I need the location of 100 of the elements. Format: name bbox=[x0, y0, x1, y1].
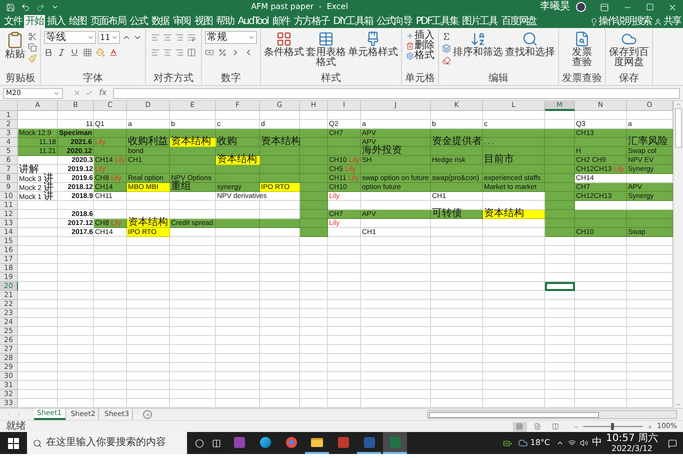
notification-icon[interactable] bbox=[668, 438, 677, 448]
wrap-text-icon[interactable] bbox=[187, 33, 196, 42]
dropdown-caret-icon[interactable] bbox=[53, 90, 60, 96]
sort-filter-button[interactable]: 排序和筛选 bbox=[453, 31, 503, 65]
ribbon-tab[interactable]: 绘图 bbox=[66, 15, 88, 28]
share-button[interactable]: 共享 bbox=[654, 15, 681, 28]
ribbon-tab[interactable]: 帮助 bbox=[214, 15, 236, 28]
windows-start-icon[interactable] bbox=[8, 438, 19, 448]
ribbon-tab[interactable]: PDF工具集 bbox=[414, 15, 460, 28]
number-format-field[interactable]: 常规 bbox=[205, 31, 257, 44]
align-top-icon[interactable] bbox=[151, 33, 160, 42]
copy-icon[interactable] bbox=[28, 43, 37, 52]
save-to-cloud-button[interactable]: 保存到百度网盘 bbox=[609, 31, 649, 68]
ribbon-display-icon[interactable] bbox=[600, 2, 609, 12]
dropdown-caret-icon[interactable] bbox=[111, 34, 118, 41]
invoice-check-button[interactable]: 发票查验 bbox=[572, 31, 592, 68]
normal-view-button[interactable] bbox=[512, 422, 527, 432]
table-icon[interactable] bbox=[318, 31, 334, 47]
percent-icon[interactable] bbox=[218, 48, 227, 57]
weather-icon[interactable] bbox=[518, 438, 528, 448]
document-search-icon[interactable] bbox=[574, 31, 590, 47]
grow-font-icon[interactable] bbox=[122, 33, 131, 42]
brush-icon[interactable] bbox=[365, 31, 381, 47]
search-icon[interactable] bbox=[33, 438, 42, 448]
battery-icon[interactable] bbox=[503, 438, 512, 448]
insert-function-button[interactable]: fx bbox=[97, 89, 109, 97]
dropdown-caret-icon[interactable] bbox=[248, 34, 255, 41]
columns-icon[interactable] bbox=[552, 423, 560, 430]
font-size-field[interactable]: 11 bbox=[98, 31, 120, 44]
insert-button[interactable]: 插入 bbox=[406, 31, 434, 41]
font-color-icon[interactable] bbox=[109, 48, 118, 57]
tell-me-search[interactable]: 操作说明搜索 bbox=[590, 15, 652, 28]
ribbon-tab[interactable]: AudTool bbox=[236, 15, 270, 28]
ribbon-tab[interactable]: 百度网盘 bbox=[499, 15, 539, 28]
tray-expand-icon[interactable] bbox=[556, 439, 564, 447]
undo-icon[interactable] bbox=[21, 2, 30, 12]
borders-icon[interactable] bbox=[83, 48, 92, 57]
ribbon-tab[interactable]: DIY工具箱 bbox=[331, 15, 375, 28]
align-center-icon[interactable] bbox=[163, 48, 172, 57]
delete-button[interactable]: 删除 bbox=[406, 41, 434, 51]
temperature[interactable]: 18°C bbox=[530, 439, 550, 447]
cloud-icon[interactable] bbox=[621, 31, 637, 47]
align-right-icon[interactable] bbox=[175, 48, 184, 57]
scrollbar-thumb[interactable] bbox=[675, 108, 682, 148]
zoom-in-icon[interactable] bbox=[646, 424, 653, 430]
cut-icon[interactable] bbox=[28, 32, 37, 41]
network-icon[interactable] bbox=[568, 439, 576, 447]
zoom-slider-thumb[interactable] bbox=[611, 423, 614, 430]
format-table-button[interactable]: 套用表格格式 bbox=[306, 31, 346, 68]
sum-icon[interactable] bbox=[442, 32, 451, 41]
format-button[interactable]: 格式 bbox=[406, 51, 434, 61]
grid-icon[interactable] bbox=[276, 31, 292, 47]
scrollbar-thumb[interactable] bbox=[429, 412, 599, 418]
ribbon-tab[interactable]: 数据 bbox=[149, 15, 171, 28]
merge-icon[interactable] bbox=[187, 48, 196, 57]
save-icon[interactable] bbox=[6, 2, 15, 12]
ribbon-tab[interactable]: 文件 bbox=[2, 15, 24, 28]
redo-icon[interactable] bbox=[36, 2, 45, 12]
person-icon[interactable] bbox=[654, 18, 662, 26]
avatar[interactable] bbox=[576, 2, 586, 12]
ribbon-tab[interactable]: 开始 bbox=[24, 15, 46, 28]
cell-styles-button[interactable]: 单元格样式 bbox=[348, 31, 398, 68]
ribbon-tab[interactable]: 公式向导 bbox=[374, 15, 414, 28]
ribbon-tab[interactable]: 审阅 bbox=[170, 15, 192, 28]
gear-icon[interactable] bbox=[406, 52, 414, 60]
maximize-icon[interactable] bbox=[646, 3, 654, 11]
sort-icon[interactable] bbox=[470, 31, 486, 47]
italic-icon[interactable] bbox=[57, 48, 66, 57]
page-icon[interactable] bbox=[534, 423, 542, 430]
find-select-button[interactable]: 查找和选择 bbox=[505, 31, 555, 65]
align-bottom-icon[interactable] bbox=[175, 33, 184, 42]
clipboard-icon[interactable] bbox=[6, 31, 24, 49]
trash-icon[interactable] bbox=[406, 42, 414, 50]
ribbon-tab[interactable]: 视图 bbox=[192, 15, 214, 28]
ribbon-tab[interactable]: 页面布局 bbox=[88, 15, 128, 28]
currency-icon[interactable] bbox=[205, 48, 214, 57]
paste-button[interactable]: 粘贴 bbox=[4, 31, 26, 63]
clear-icon[interactable] bbox=[442, 56, 451, 65]
taskbar-search-field[interactable]: 在这里输入你要搜索的内容 bbox=[27, 432, 187, 454]
task-view-icon[interactable] bbox=[212, 438, 221, 448]
close-icon[interactable] bbox=[668, 2, 677, 12]
input-method[interactable]: 中 bbox=[592, 438, 602, 448]
customize-icon[interactable] bbox=[51, 3, 59, 11]
conditional-format-button[interactable]: 条件格式 bbox=[264, 31, 304, 68]
decrease-decimal-icon[interactable] bbox=[244, 48, 253, 57]
increase-decimal-icon[interactable] bbox=[231, 48, 240, 57]
grid-icon[interactable] bbox=[516, 423, 524, 430]
font-name-field[interactable]: 等线 bbox=[44, 31, 96, 44]
ribbon-tab[interactable]: 插入 bbox=[45, 15, 67, 28]
lightbulb-icon[interactable] bbox=[590, 18, 598, 26]
fill-icon[interactable] bbox=[442, 44, 451, 53]
ribbon-tab[interactable]: 邮件 bbox=[270, 15, 292, 28]
fill-color-icon[interactable] bbox=[96, 48, 105, 57]
shrink-font-icon[interactable] bbox=[133, 33, 142, 42]
volume-icon[interactable] bbox=[580, 439, 588, 447]
horizontal-scrollbar[interactable] bbox=[427, 410, 677, 419]
align-left-icon[interactable] bbox=[151, 48, 160, 57]
scroll-down-icon[interactable] bbox=[675, 401, 682, 408]
active-cell[interactable] bbox=[545, 282, 575, 291]
plus-icon[interactable] bbox=[406, 32, 414, 40]
